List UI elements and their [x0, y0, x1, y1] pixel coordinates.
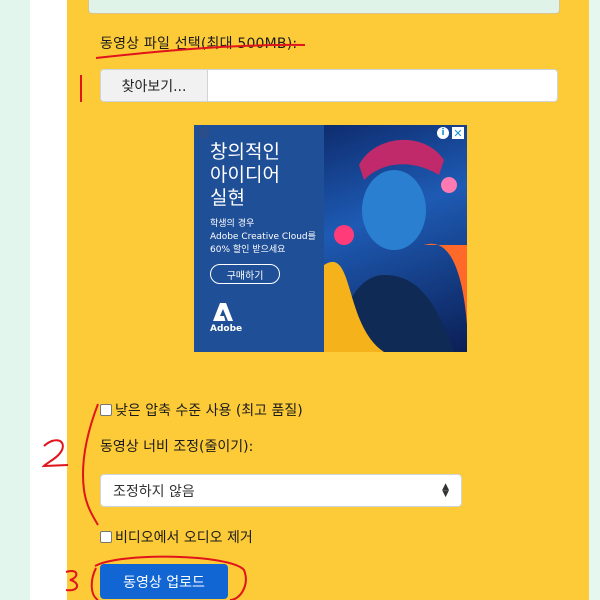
adobe-logo: Adobe	[210, 303, 243, 334]
ad-subtext-line: 60% 할인 받으세요	[210, 245, 286, 255]
video-width-select-value: 조정하지 않음	[113, 483, 195, 500]
top-panel-box	[88, 0, 560, 14]
browse-button[interactable]: 찾아보기...	[101, 70, 208, 101]
ad-photo	[324, 125, 467, 352]
file-input[interactable]: 찾아보기...	[100, 69, 558, 102]
ad-buy-button[interactable]: 구매하기	[210, 264, 280, 284]
ad-subtext: 학생의 경우 Adobe Creative Cloud를 60% 할인 받으세요	[210, 218, 316, 257]
low-compression-option[interactable]: 낮은 압축 수준 사용 (최고 품질)	[100, 400, 303, 420]
ad-headline-line: 창의적인	[210, 141, 280, 163]
adobe-logo-icon	[213, 303, 233, 321]
advertisement-banner[interactable]: i ✕ 창의적인 아이디어 실현 학생의 경우 Adobe Creative C…	[194, 125, 467, 352]
low-compression-label: 낮은 압축 수준 사용 (최고 품질)	[115, 403, 303, 419]
video-width-label: 동영상 너비 조정(줄이기):	[100, 439, 254, 455]
page-gutter	[30, 0, 67, 600]
ad-subtext-line: Adobe Creative Cloud를	[210, 232, 316, 242]
video-width-select[interactable]: 조정하지 않음 ▲ ▼	[100, 474, 462, 507]
ad-badge-icon	[198, 127, 210, 139]
page-background-left	[0, 0, 30, 600]
ad-person-illustration	[324, 139, 467, 352]
low-compression-checkbox[interactable]	[100, 404, 112, 416]
file-select-label: 동영상 파일 선택(최대 500MB):	[100, 36, 298, 52]
ad-brand: Adobe	[210, 324, 243, 334]
remove-audio-label: 비디오에서 오디오 제거	[115, 530, 253, 546]
ad-headline-line: 아이디어	[210, 164, 280, 186]
ad-subtext-line: 학생의 경우	[210, 219, 255, 229]
ad-headline-line: 실현	[210, 187, 245, 209]
remove-audio-option[interactable]: 비디오에서 오디오 제거	[100, 527, 253, 547]
upload-video-button[interactable]: 동영상 업로드	[100, 564, 228, 599]
remove-audio-checkbox[interactable]	[100, 531, 112, 543]
ad-info-icon[interactable]: i	[437, 127, 449, 139]
select-arrows-icon: ▲ ▼	[442, 482, 449, 499]
ad-close-icon[interactable]: ✕	[452, 127, 464, 140]
ad-headline: 창의적인 아이디어 실현	[210, 141, 280, 210]
